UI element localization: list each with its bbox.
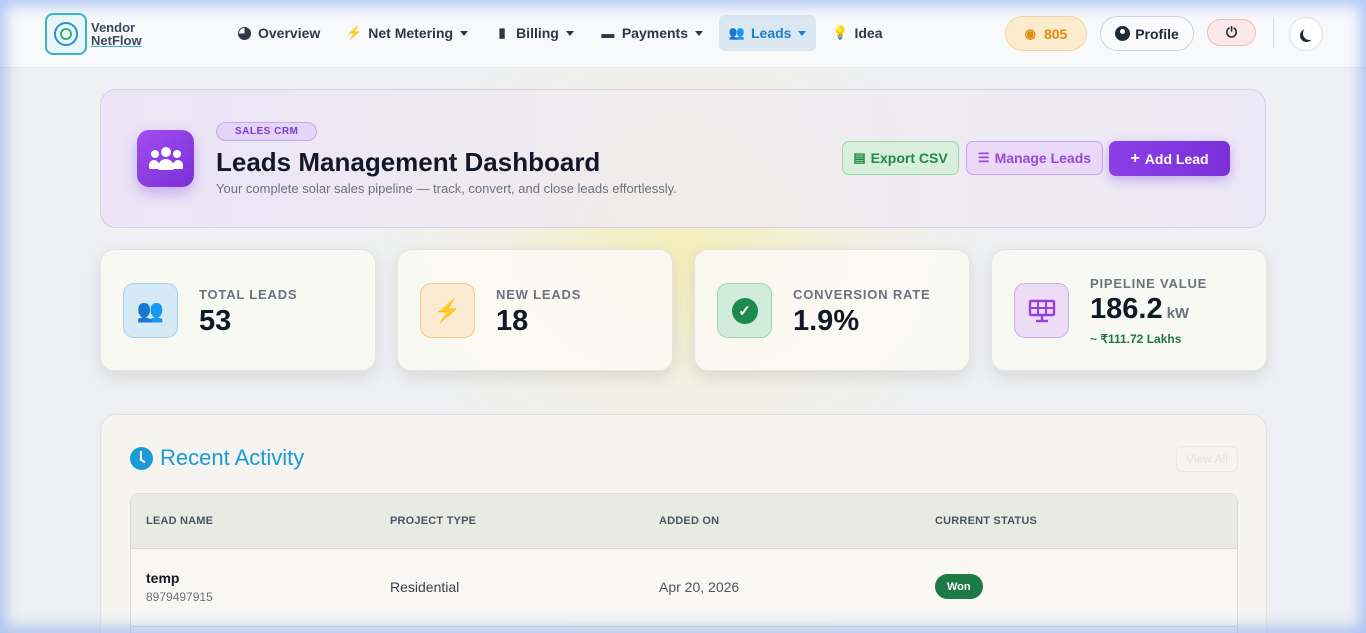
stat-card-new-leads: ⚡ NEW LEADS 18 <box>397 249 673 371</box>
users-icon <box>137 130 194 187</box>
caret-down-icon <box>798 30 807 36</box>
pie-chart-icon <box>236 26 252 40</box>
main-nav: Overview ⚡ Net Metering ▮ Billing ▬ Paym… <box>226 15 898 51</box>
coins-balance[interactable]: ◉ 805 <box>1005 16 1087 51</box>
stat-value: 1.9% <box>793 305 860 337</box>
profile-label: Profile <box>1135 25 1179 42</box>
stat-label: CONVERSION RATE <box>793 287 931 302</box>
invoice-icon: ▮ <box>498 25 506 40</box>
brand[interactable]: Vendor NetFlow <box>45 13 142 55</box>
nav-item-label: Idea <box>854 25 883 41</box>
lead-name[interactable]: temp <box>146 570 179 586</box>
stat-card-pipeline-value: PIPELINE VALUE 186.2 kW ~ ₹111.72 Lakhs <box>991 249 1267 371</box>
users-icon: 👥 <box>123 283 178 338</box>
table-row[interactable]: temp 8979497915 Residential Apr 20, 2026… <box>131 549 1237 627</box>
stat-card-conversion-rate: ✓ CONVERSION RATE 1.9% <box>694 249 970 371</box>
recent-activity-card: Recent Activity View All LEAD NAME PROJE… <box>100 414 1267 633</box>
stat-value: 53 <box>199 305 232 337</box>
pipeline-value-number: 186.2 <box>1090 293 1163 325</box>
section-title: Recent Activity <box>160 445 305 470</box>
nav-item-label: Overview <box>258 25 321 41</box>
nav-item-label: Net Metering <box>368 25 454 41</box>
wallet-icon: ▬ <box>601 25 615 41</box>
export-csv-label: Export CSV <box>870 150 948 166</box>
column-header[interactable]: CURRENT STATUS <box>935 515 1037 527</box>
users-icon: 👥 <box>728 25 746 40</box>
stat-value: 18 <box>496 305 529 337</box>
power-icon: ⏻ <box>1225 24 1238 40</box>
pipeline-unit: kW <box>1166 305 1190 322</box>
project-type: Residential <box>390 579 460 595</box>
recent-leads-table: LEAD NAME PROJECT TYPE ADDED ON CURRENT … <box>130 493 1238 633</box>
lead-phone: 8979497915 <box>146 590 213 604</box>
section-badge: SALES CRM <box>216 122 318 141</box>
caret-down-icon <box>695 30 703 36</box>
profile-button[interactable]: Profile <box>1100 16 1194 51</box>
nav-item-net-metering[interactable]: ⚡ Net Metering <box>336 15 478 51</box>
export-csv-button[interactable]: ▤ Export CSV <box>842 141 959 175</box>
column-header[interactable]: PROJECT TYPE <box>390 515 476 527</box>
bolt-icon: ⚡ <box>346 25 363 40</box>
coins-icon: ◉ <box>1024 25 1036 41</box>
column-header[interactable]: ADDED ON <box>659 515 719 527</box>
moon-icon <box>1303 27 1316 40</box>
brand-name: Vendor NetFlow <box>91 21 142 47</box>
list-icon: ☰ <box>977 150 990 165</box>
stat-label: TOTAL LEADS <box>199 287 298 302</box>
view-all-button[interactable]: View All <box>1176 446 1238 472</box>
brand-logo-icon <box>45 13 87 55</box>
stat-label: NEW LEADS <box>496 287 582 302</box>
bolt-icon: ⚡ <box>420 283 475 338</box>
column-header[interactable]: LEAD NAME <box>146 515 213 527</box>
status-badge: Won <box>935 574 983 599</box>
add-lead-label: Add Lead <box>1144 150 1209 167</box>
added-on: Apr 20, 2026 <box>659 579 740 595</box>
user-circle-icon <box>1115 26 1131 41</box>
hero-card: SALES CRM Leads Management Dashboard You… <box>100 89 1266 228</box>
nav-divider <box>1273 18 1274 48</box>
logout-button[interactable]: ⏻ <box>1207 19 1256 46</box>
nav-item-label: Billing <box>516 25 559 41</box>
theme-toggle-button[interactable] <box>1289 17 1323 51</box>
check-circle-icon: ✓ <box>717 283 772 338</box>
nav-item-payments[interactable]: ▬ Payments <box>590 15 713 51</box>
nav-item-idea[interactable]: 💡 Idea <box>822 15 892 51</box>
nav-item-billing[interactable]: ▮ Billing <box>484 15 584 51</box>
page-title: Leads Management Dashboard <box>216 147 601 177</box>
plus-icon: + <box>1130 149 1140 167</box>
nav-item-label: Leads <box>751 25 792 41</box>
pipeline-value-rupees: ~ ₹111.72 Lakhs <box>1090 332 1182 346</box>
page-subtitle: Your complete solar sales pipeline — tra… <box>216 181 677 196</box>
manage-leads-button[interactable]: ☰ Manage Leads <box>966 141 1103 175</box>
add-lead-button[interactable]: + Add Lead <box>1109 141 1230 176</box>
stat-value: 186.2 kW <box>1090 293 1189 326</box>
coins-value: 805 <box>1043 25 1068 42</box>
solar-panel-icon <box>1014 283 1069 338</box>
nav-item-label: Payments <box>621 25 688 41</box>
stat-card-total-leads: 👥 TOTAL LEADS 53 <box>100 249 376 371</box>
manage-leads-label: Manage Leads <box>994 150 1092 166</box>
file-csv-icon: ▤ <box>853 150 866 165</box>
top-navbar: Vendor NetFlow Overview ⚡ Net Metering ▮… <box>0 0 1366 68</box>
caret-down-icon <box>565 30 574 36</box>
caret-down-icon <box>460 30 469 36</box>
lightbulb-icon: 💡 <box>832 25 849 40</box>
nav-item-overview[interactable]: Overview <box>226 15 330 51</box>
nav-item-leads[interactable]: 👥 Leads <box>719 15 817 51</box>
stat-label: PIPELINE VALUE <box>1090 276 1208 291</box>
clock-icon <box>130 447 153 470</box>
table-header: LEAD NAME PROJECT TYPE ADDED ON CURRENT … <box>131 494 1237 549</box>
brand-line-2: NetFlow <box>91 33 142 48</box>
